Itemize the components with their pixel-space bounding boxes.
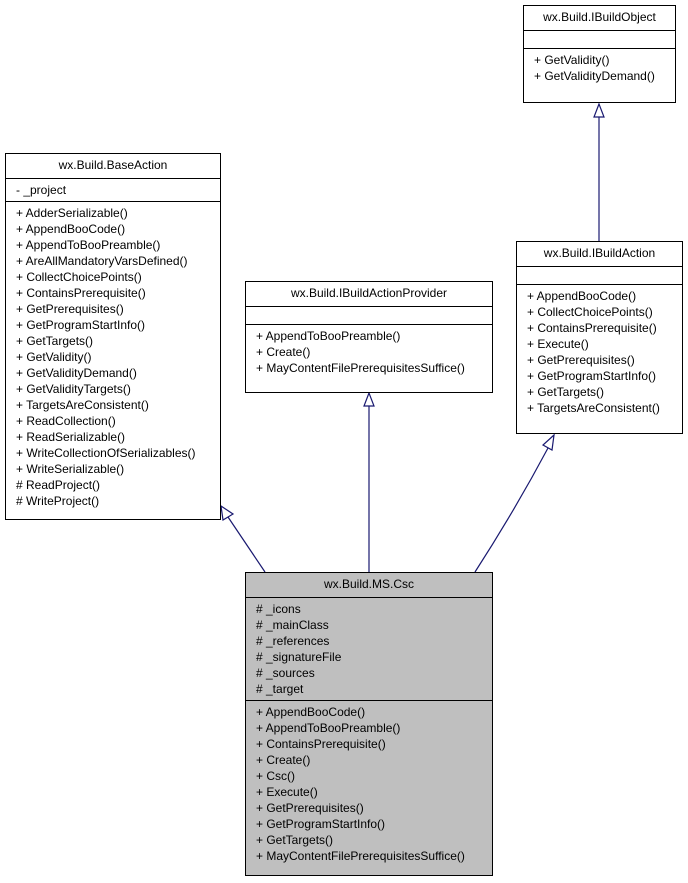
method-item: + GetValidity() (534, 53, 610, 67)
class-title: wx.Build.IBuildActionProvider (246, 282, 492, 307)
attribute-item: - _project (16, 183, 67, 197)
method-item: # ReadProject() (16, 478, 101, 492)
arrowhead-ibuildobject (593, 102, 605, 118)
class-title: wx.Build.IBuildAction (517, 242, 682, 267)
method-item: + AppendToBooPreamble() (256, 721, 401, 735)
method-item: + GetProgramStartInfo() (16, 318, 146, 332)
method-item: + Execute() (527, 337, 589, 351)
methods-section: + GetValidity() + GetValidityDemand() (524, 49, 675, 87)
method-item: + AppendToBooPreamble() (16, 238, 161, 252)
method-item: + Csc() (256, 769, 295, 783)
method-item: + AppendToBooPreamble() (256, 329, 401, 343)
method-item: + ContainsPrerequisite() (527, 321, 657, 335)
method-item: + MayContentFilePrerequisitesSuffice() (256, 849, 465, 863)
attribute-item: # _icons (256, 602, 301, 616)
attributes-section: # _icons # _mainClass # _references # _sign… (246, 598, 492, 701)
method-item: + WriteSerializable() (16, 462, 125, 476)
method-item: + MayContentFilePrerequisitesSuffice() (256, 361, 465, 375)
method-item: + GetPrerequisites() (527, 353, 635, 367)
methods-section: + AppendToBooPreamble() + Create() + MayCo… (246, 325, 492, 379)
class-ibuildactionprovider[interactable]: wx.Build.IBuildActionProvider + AppendTo… (245, 281, 493, 393)
method-item: + TargetsAreConsistent() (16, 398, 149, 412)
attribute-item: # _signatureFile (256, 650, 342, 664)
attributes-section (524, 31, 675, 49)
arrowhead-ibuildactionprovider (363, 391, 375, 407)
attribute-item: # _references (256, 634, 330, 648)
method-item: + AppendBooCode() (16, 222, 126, 236)
method-item: + GetTargets() (527, 385, 605, 399)
method-item: + GetValidityTargets() (16, 382, 131, 396)
method-item: + CollectChoicePoints() (527, 305, 653, 319)
method-item: + TargetsAreConsistent() (527, 401, 660, 415)
method-item: + ReadSerializable() (16, 430, 126, 444)
method-item: + ReadCollection() (16, 414, 116, 428)
methods-section: + AdderSerializable() + AppendBooCode() + … (6, 202, 220, 512)
method-item: + GetProgramStartInfo() (256, 817, 386, 831)
method-item: + GetPrerequisites() (256, 801, 364, 815)
attributes-section (246, 307, 492, 325)
method-item: + ContainsPrerequisite() (16, 286, 146, 300)
method-item: + AppendBooCode() (527, 289, 637, 303)
method-item: + GetValidity() (16, 350, 92, 364)
edge-csc-to-ibuildaction (474, 447, 549, 573)
method-item: + GetProgramStartInfo() (527, 369, 657, 383)
class-title: wx.Build.MS.Csc (246, 573, 492, 598)
method-item: + Create() (256, 345, 311, 359)
method-item: + AreAllMandatoryVarsDefined() (16, 254, 188, 268)
attributes-section: - _project (6, 179, 220, 202)
methods-section: + AppendBooCode() + CollectChoicePoints()… (517, 285, 682, 419)
method-item: + GetValidityDemand() (534, 69, 655, 83)
method-item: + GetTargets() (256, 833, 334, 847)
method-item: + ContainsPrerequisite() (256, 737, 386, 751)
attribute-item: # _target (256, 682, 304, 696)
method-item: # WriteProject() (16, 494, 100, 508)
method-item: + GetTargets() (16, 334, 94, 348)
method-item: + WriteCollectionOfSerializables() (16, 446, 196, 460)
attribute-item: # _mainClass (256, 618, 329, 632)
method-item: + CollectChoicePoints() (16, 270, 142, 284)
class-ibuildaction[interactable]: wx.Build.IBuildAction + AppendBooCode() +… (516, 241, 683, 434)
methods-section: + AppendBooCode() + AppendToBooPreamble()… (246, 701, 492, 867)
method-item: + GetValidityDemand() (16, 366, 137, 380)
arrowhead-ibuildaction (541, 433, 555, 451)
method-item: + Execute() (256, 785, 318, 799)
method-item: + AppendBooCode() (256, 705, 366, 719)
arrowhead-baseaction (220, 504, 235, 521)
edge-csc-to-baseaction (227, 516, 266, 573)
class-title: wx.Build.IBuildObject (524, 6, 675, 31)
class-csc[interactable]: wx.Build.MS.Csc # _icons # _mainClass # _r… (245, 572, 493, 876)
class-title: wx.Build.BaseAction (6, 154, 220, 179)
method-item: + Create() (256, 753, 311, 767)
method-item: + AdderSerializable() (16, 206, 128, 220)
method-item: + GetPrerequisites() (16, 302, 124, 316)
class-ibuildobject[interactable]: wx.Build.IBuildObject + GetValidity() + G… (523, 5, 676, 103)
attributes-section (517, 267, 682, 285)
class-baseaction[interactable]: wx.Build.BaseAction - _project + AdderSe… (5, 153, 221, 520)
attribute-item: # _sources (256, 666, 315, 680)
